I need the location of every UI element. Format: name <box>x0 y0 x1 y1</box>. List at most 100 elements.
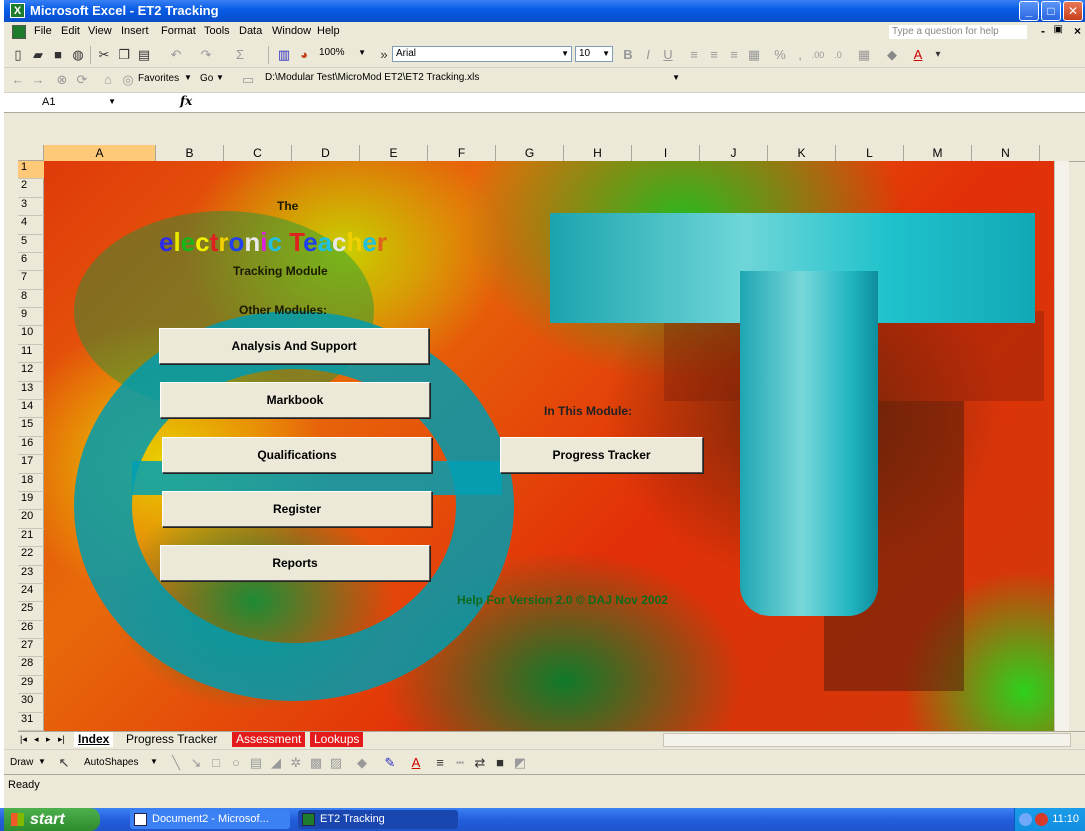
font-color-icon[interactable]: A <box>408 755 424 771</box>
forward-icon[interactable]: → <box>30 72 46 88</box>
register-button[interactable]: Register <box>162 491 432 527</box>
column-header[interactable]: A <box>44 145 156 161</box>
go-menu[interactable]: Go <box>200 73 213 84</box>
refresh-icon[interactable]: ⟳ <box>74 72 90 88</box>
last-sheet-icon[interactable]: ▸| <box>58 734 65 745</box>
row-header[interactable]: 4 <box>18 216 44 235</box>
sheet-tab-progress-tracker[interactable]: Progress Tracker <box>122 732 221 747</box>
new-icon[interactable]: ▯ <box>10 47 26 63</box>
fill-color-icon[interactable]: ◆ <box>354 755 370 771</box>
align-right-icon[interactable]: ≡ <box>726 47 742 63</box>
increase-decimal-icon[interactable]: .00 <box>810 47 826 63</box>
row-header[interactable]: 6 <box>18 253 44 272</box>
row-header[interactable]: 21 <box>18 529 44 548</box>
row-header[interactable]: 12 <box>18 363 44 382</box>
drawing-icon[interactable]: ◕ <box>296 47 312 63</box>
column-header[interactable]: J <box>700 145 768 161</box>
insert-function-icon[interactable]: fx <box>180 94 192 108</box>
vertical-scrollbar[interactable] <box>1054 161 1069 731</box>
row-header[interactable]: 20 <box>18 510 44 529</box>
select-all-corner[interactable] <box>18 145 44 161</box>
home-icon[interactable]: ⌂ <box>100 72 116 88</box>
row-header[interactable]: 7 <box>18 271 44 290</box>
arrow-icon[interactable]: ↘ <box>188 755 204 771</box>
menu-edit[interactable]: Edit <box>61 25 80 37</box>
start-button[interactable]: start <box>4 808 100 831</box>
save-icon[interactable]: ■ <box>50 47 66 63</box>
stop-icon[interactable]: ⊗ <box>54 72 70 88</box>
doc-minimize-icon[interactable]: - <box>1041 24 1045 38</box>
favorites-menu[interactable]: Favorites <box>138 73 179 84</box>
reports-button[interactable]: Reports <box>160 545 430 581</box>
line-color-icon[interactable]: ✎ <box>382 755 398 771</box>
taskbar-item-excel[interactable]: ET2 Tracking <box>298 810 458 829</box>
sheet-tab-index[interactable]: Index <box>74 732 114 747</box>
merge-center-icon[interactable]: ▦ <box>746 47 762 63</box>
select-objects-icon[interactable]: ↖ <box>56 755 72 771</box>
excel-app-icon[interactable]: X <box>10 3 25 18</box>
open-icon[interactable]: ▰ <box>30 47 46 63</box>
comma-icon[interactable]: , <box>792 47 808 63</box>
column-header[interactable]: L <box>836 145 904 161</box>
decrease-decimal-icon[interactable]: .0 <box>830 47 846 63</box>
dash-style-icon[interactable]: ┅ <box>452 755 468 771</box>
row-header[interactable]: 10 <box>18 326 44 345</box>
autoshapes-menu[interactable]: AutoShapes <box>84 757 139 768</box>
toolbar-options-icon[interactable]: ▾ <box>930 47 946 63</box>
row-header[interactable]: 31 <box>18 713 44 731</box>
zoom-select[interactable]: 100% ▼ <box>316 46 368 62</box>
column-header[interactable]: C <box>224 145 292 161</box>
column-header[interactable]: E <box>360 145 428 161</box>
font-color-icon[interactable]: A <box>910 47 926 63</box>
next-sheet-icon[interactable]: ▸ <box>46 734 51 745</box>
column-header[interactable]: G <box>496 145 564 161</box>
minimize-button[interactable]: _ <box>1019 1 1039 21</box>
doc-close-icon[interactable]: × <box>1074 24 1081 38</box>
taskbar-item-word[interactable]: Document2 - Microsof... <box>130 810 290 829</box>
arrow-style-icon[interactable]: ⇄ <box>472 755 488 771</box>
row-header[interactable]: 19 <box>18 492 44 511</box>
sheet-tab-assessment[interactable]: Assessment <box>232 732 306 747</box>
row-header[interactable]: 26 <box>18 621 44 640</box>
redo-icon[interactable]: ↷ <box>198 47 214 63</box>
row-header[interactable]: 27 <box>18 639 44 658</box>
row-header[interactable]: 23 <box>18 566 44 584</box>
row-header[interactable]: 24 <box>18 584 44 603</box>
oval-icon[interactable]: ○ <box>228 755 244 771</box>
row-header[interactable]: 8 <box>18 290 44 309</box>
menu-data[interactable]: Data <box>239 25 262 37</box>
close-button[interactable]: ✕ <box>1063 1 1083 21</box>
row-header[interactable]: 30 <box>18 694 44 713</box>
row-header[interactable]: 25 <box>18 602 44 621</box>
column-header[interactable]: H <box>564 145 632 161</box>
shadow-style-icon[interactable]: ■ <box>492 755 508 771</box>
row-header[interactable]: 14 <box>18 400 44 419</box>
wordart-icon[interactable]: ◢ <box>268 755 284 771</box>
font-size-select[interactable]: 10 ▼ <box>575 46 613 62</box>
menu-file[interactable]: File <box>34 25 52 37</box>
sheet-tab-lookups[interactable]: Lookups <box>310 732 364 747</box>
worksheet-canvas[interactable]: The electronic Teacher Tracking Module O… <box>44 161 1069 731</box>
copy-icon[interactable]: ❐ <box>116 47 132 63</box>
column-header[interactable]: I <box>632 145 700 161</box>
column-header[interactable]: D <box>292 145 360 161</box>
toolbar-options-icon[interactable]: » <box>376 47 392 63</box>
first-sheet-icon[interactable]: |◂ <box>20 734 27 745</box>
menu-help[interactable]: Help <box>317 25 340 37</box>
row-header[interactable]: 1 <box>18 161 44 180</box>
help-question-box[interactable]: Type a question for help <box>889 25 1027 39</box>
row-header[interactable]: 5 <box>18 235 44 253</box>
back-icon[interactable]: ← <box>10 72 26 88</box>
column-header[interactable]: B <box>156 145 224 161</box>
permission-icon[interactable]: ◍ <box>70 47 86 63</box>
markbook-button[interactable]: Markbook <box>160 382 430 418</box>
column-header[interactable]: M <box>904 145 972 161</box>
column-header[interactable]: N <box>972 145 1040 161</box>
row-header[interactable]: 13 <box>18 382 44 401</box>
align-left-icon[interactable]: ≡ <box>686 47 702 63</box>
menu-format[interactable]: Format <box>161 25 196 37</box>
row-header[interactable]: 22 <box>18 547 44 566</box>
menu-view[interactable]: View <box>88 25 112 37</box>
doc-restore-icon[interactable]: ▣ <box>1054 24 1063 35</box>
row-header[interactable]: 16 <box>18 437 44 456</box>
